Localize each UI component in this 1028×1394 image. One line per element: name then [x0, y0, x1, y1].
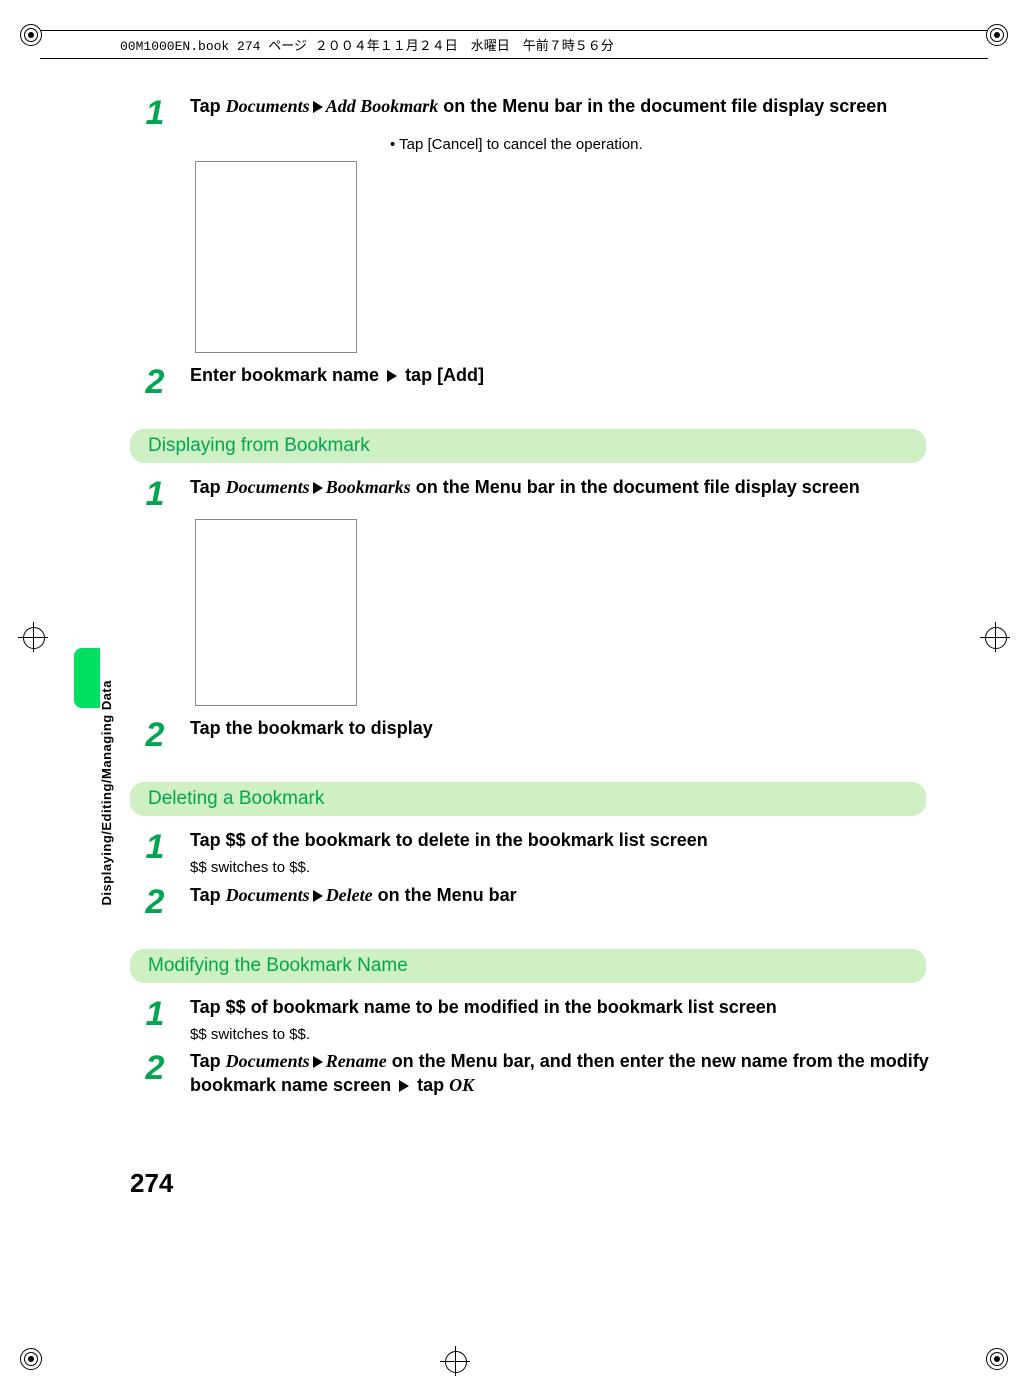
step-text: Tap DocumentsDelete on the Menu bar — [180, 883, 940, 907]
menu-item-italic: OK — [449, 1075, 474, 1095]
step: 2 Tap DocumentsRename on the Menu bar, a… — [130, 1049, 940, 1098]
triangle-right-icon — [313, 482, 323, 494]
step-text: Enter bookmark name tap [Add] — [180, 363, 940, 387]
book-info-line: 00M1000EN.book 274 ページ ２００４年１１月２４日 水曜日 午… — [40, 35, 988, 54]
triangle-right-icon — [313, 890, 323, 902]
step-number: 1 — [130, 828, 180, 864]
print-header: 00M1000EN.book 274 ページ ２００４年１１月２４日 水曜日 午… — [40, 30, 988, 59]
page-content: 1 Tap DocumentsAdd Bookmark on the Menu … — [130, 90, 940, 1098]
step-text: Tap DocumentsBookmarks on the Menu bar i… — [180, 475, 940, 499]
triangle-right-icon — [387, 370, 397, 382]
registration-mark-icon — [440, 1346, 470, 1376]
section-side-label: Displaying/Editing/Managing Data — [99, 680, 114, 905]
screenshot-placeholder — [195, 519, 357, 706]
step-note: Tap [Cancel] to cancel the operation. — [390, 136, 940, 153]
step-text: Tap $$ of the bookmark to delete in the … — [180, 828, 940, 879]
menu-item-italic: Add Bookmark — [326, 96, 439, 116]
step: 1 Tap $$ of bookmark name to be modified… — [130, 995, 940, 1046]
crop-mark-icon — [20, 1348, 42, 1370]
triangle-right-icon — [313, 1056, 323, 1068]
step-subtext: $$ switches to $$. — [190, 1025, 940, 1045]
crop-mark-icon — [986, 1348, 1008, 1370]
section-heading: Displaying from Bookmark — [130, 429, 926, 463]
step-number: 2 — [130, 363, 180, 399]
section-color-tab — [74, 648, 100, 708]
step-text: Tap DocumentsRename on the Menu bar, and… — [180, 1049, 940, 1098]
step: 2 Enter bookmark name tap [Add] — [130, 363, 940, 399]
triangle-right-icon — [313, 101, 323, 113]
step: 2 Tap the bookmark to display — [130, 716, 940, 752]
registration-mark-icon — [980, 622, 1010, 652]
step-subtext: $$ switches to $$. — [190, 858, 940, 878]
section-heading: Deleting a Bookmark — [130, 782, 926, 816]
menu-item-italic: Documents — [226, 885, 310, 905]
triangle-right-icon — [399, 1080, 409, 1092]
step-text: Tap the bookmark to display — [180, 716, 940, 740]
crop-mark-icon — [986, 24, 1008, 46]
menu-item-italic: Documents — [226, 1051, 310, 1071]
step-text: Tap DocumentsAdd Bookmark on the Menu ba… — [180, 94, 940, 118]
page-number: 274 — [130, 1168, 173, 1199]
step: 1 Tap DocumentsBookmarks on the Menu bar… — [130, 475, 940, 511]
step: 1 Tap $$ of the bookmark to delete in th… — [130, 828, 940, 879]
step-number: 2 — [130, 883, 180, 919]
page: 00M1000EN.book 274 ページ ２００４年１１月２４日 水曜日 午… — [0, 0, 1028, 1394]
menu-item-italic: Rename — [326, 1051, 387, 1071]
menu-item-italic: Documents — [226, 477, 310, 497]
step: 1 Tap DocumentsAdd Bookmark on the Menu … — [130, 94, 940, 130]
step-number: 2 — [130, 716, 180, 752]
crop-mark-icon — [20, 24, 42, 46]
step-text: Tap $$ of bookmark name to be modified i… — [180, 995, 940, 1046]
menu-item-italic: Bookmarks — [326, 477, 411, 497]
step-number: 2 — [130, 1049, 180, 1085]
registration-mark-icon — [18, 622, 48, 652]
menu-item-italic: Documents — [226, 96, 310, 116]
section-heading: Modifying the Bookmark Name — [130, 949, 926, 983]
menu-item-italic: Delete — [326, 885, 373, 905]
step-number: 1 — [130, 995, 180, 1031]
screenshot-placeholder — [195, 161, 357, 353]
step-number: 1 — [130, 94, 180, 130]
step-number: 1 — [130, 475, 180, 511]
step: 2 Tap DocumentsDelete on the Menu bar — [130, 883, 940, 919]
